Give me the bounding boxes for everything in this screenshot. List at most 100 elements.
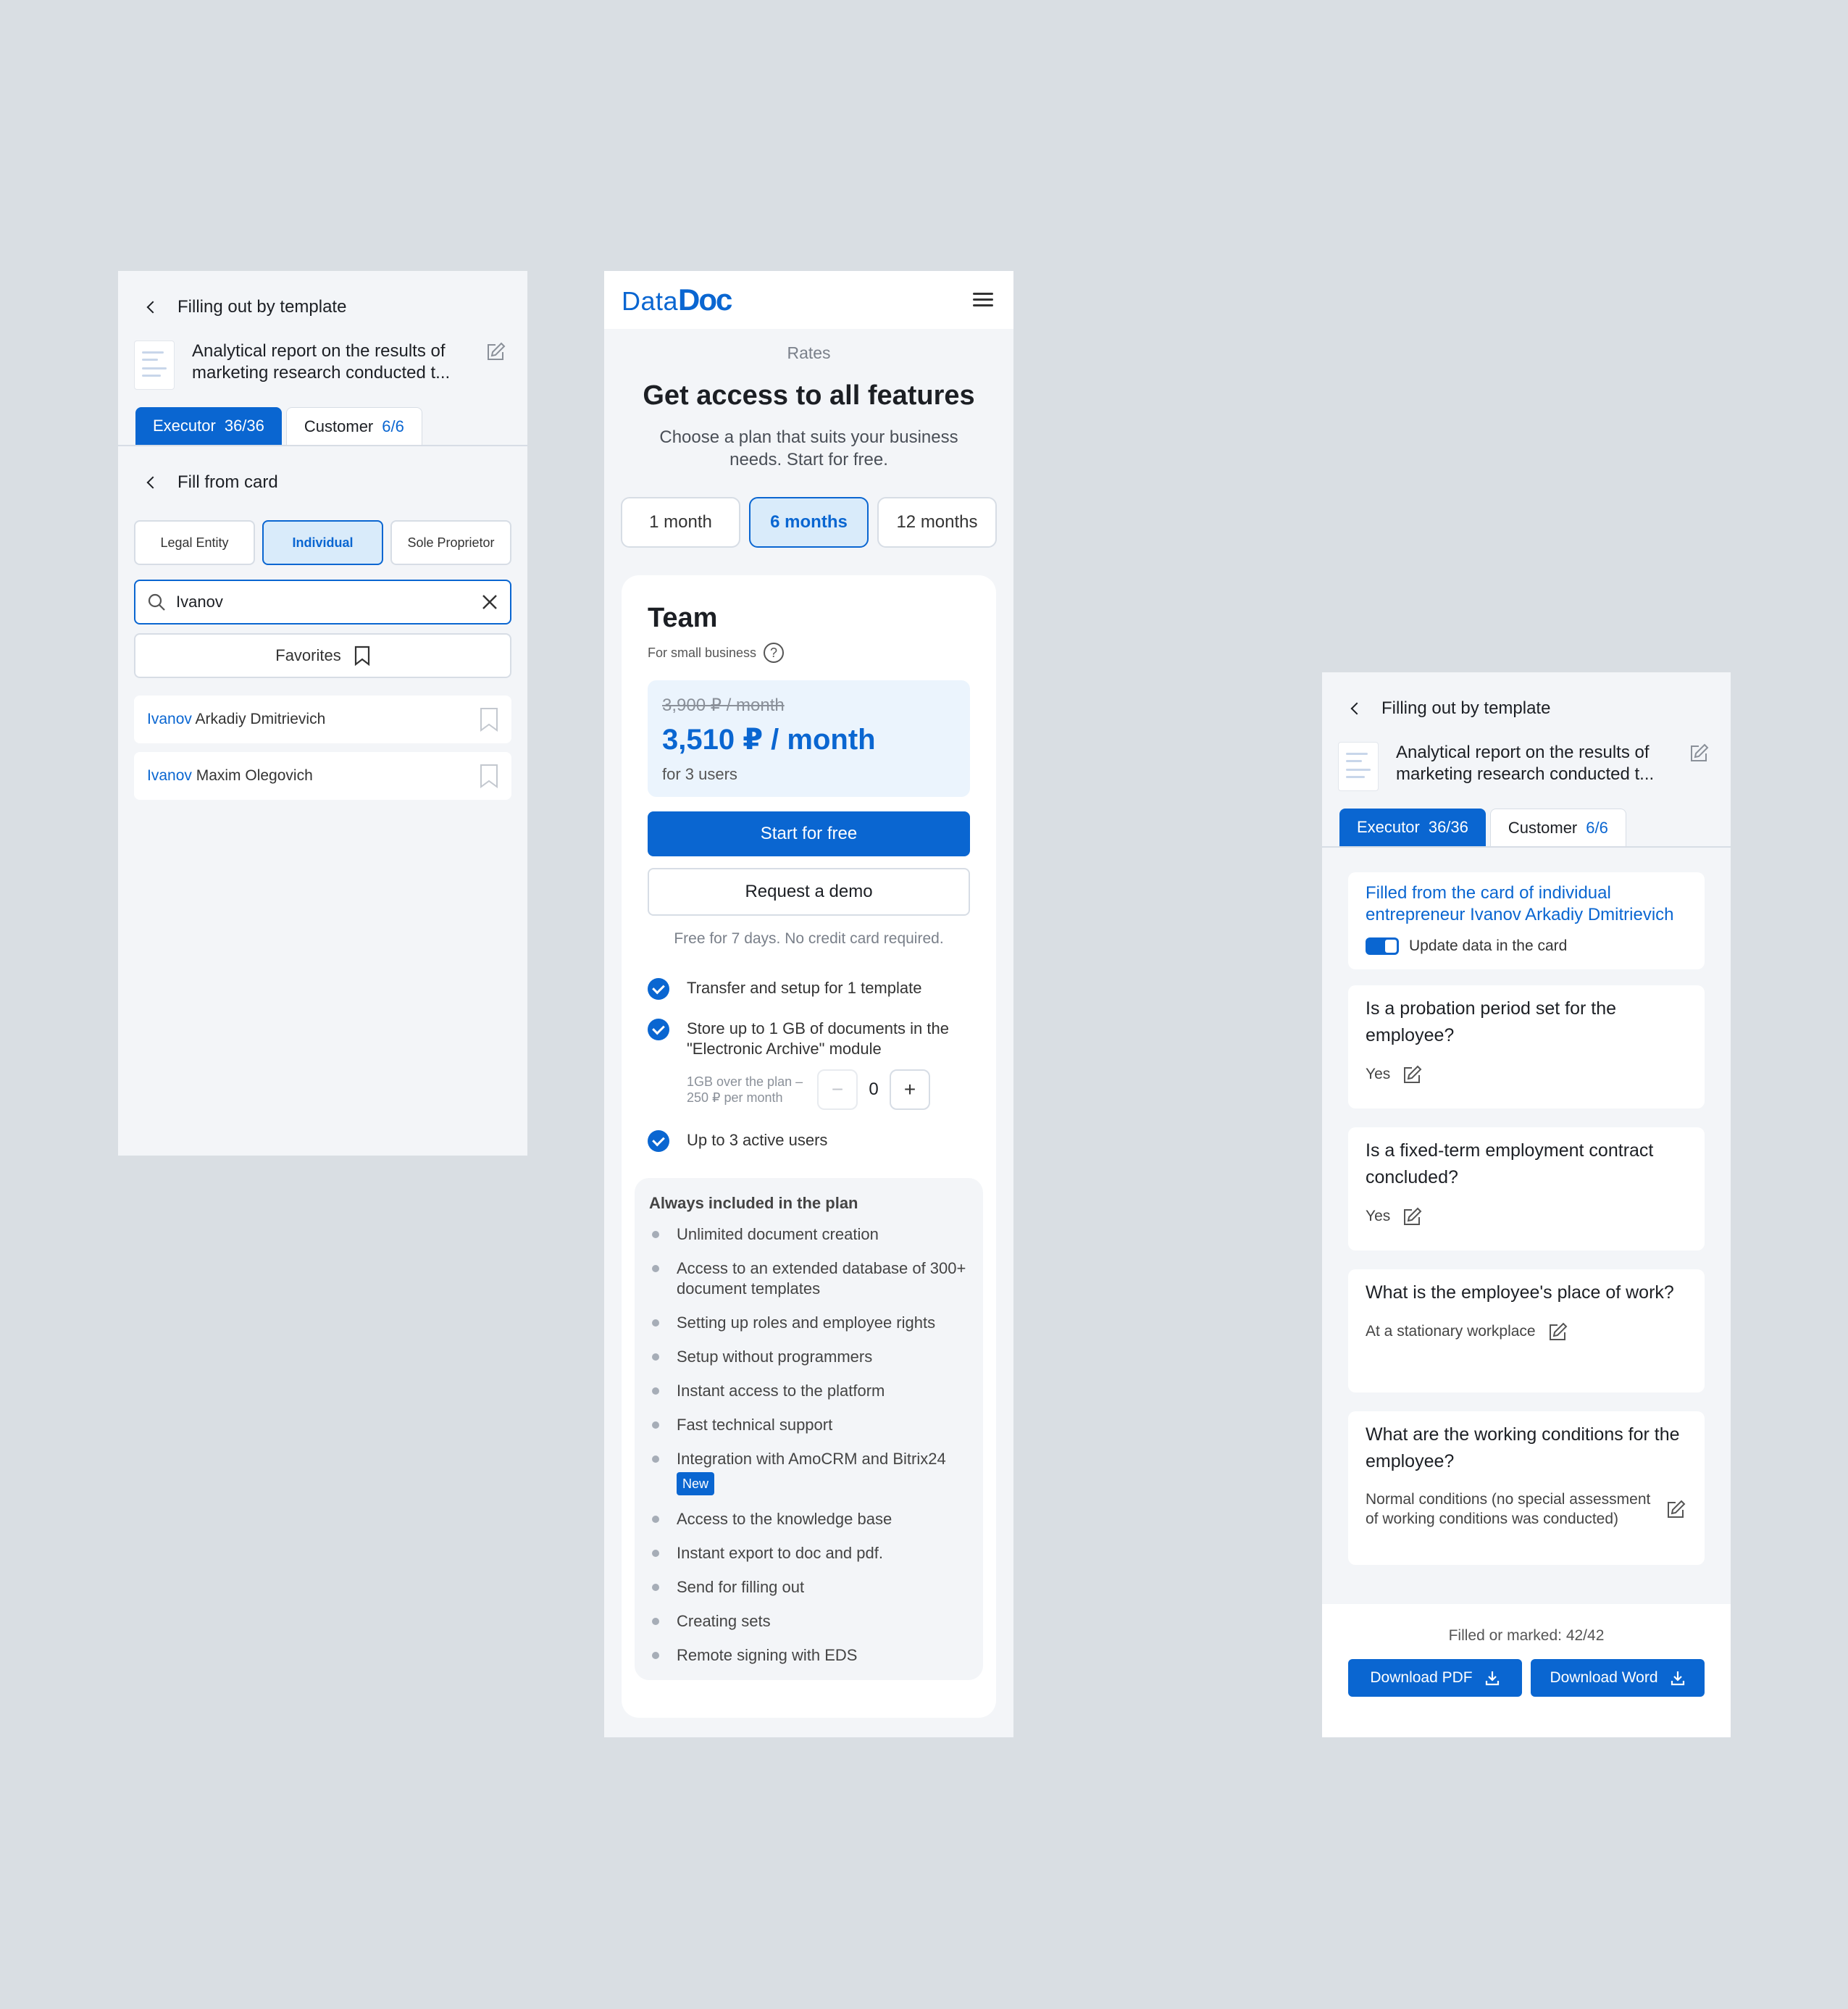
users-count: for 3 users — [662, 765, 737, 783]
segment-sole-proprietor[interactable]: Sole Proprietor — [390, 520, 511, 565]
question-card: What is the employee's place of work? At… — [1348, 1269, 1705, 1392]
download-word-button[interactable]: Download Word — [1531, 1659, 1705, 1697]
list-item-text: Instant export to doc and pdf. — [677, 1544, 883, 1562]
list-item-text: Access to the knowledge base — [677, 1510, 892, 1528]
start-for-free-button[interactable]: Start for free — [648, 811, 970, 856]
edit-icon[interactable] — [1402, 1206, 1423, 1227]
person-name: Ivanov Maxim Olegovich — [147, 767, 313, 785]
answer-row: At a stationary workplace — [1366, 1321, 1687, 1342]
document-thumbnail-icon — [1338, 742, 1379, 791]
filled-from-text: Filled from the card of individual entre… — [1366, 883, 1674, 924]
role-tabs: Executor 36/36 Customer 6/6 — [1322, 809, 1731, 848]
list-item[interactable]: Ivanov Arkadiy Dmitrievich — [134, 696, 511, 743]
bullet-icon — [652, 1516, 659, 1523]
datadoc-logo[interactable]: DataDoc — [622, 283, 732, 317]
segment-legal-entity[interactable]: Legal Entity — [134, 520, 255, 565]
feature-text: Transfer and setup for 1 template — [687, 979, 922, 997]
clear-icon[interactable] — [481, 593, 498, 611]
request-demo-button[interactable]: Request a demo — [648, 868, 970, 916]
list-item-text: Access to an extended database of 300+ d… — [677, 1259, 966, 1298]
document-thumbnail-icon — [134, 341, 175, 390]
list-item: Setting up roles and employee rights — [649, 1313, 970, 1333]
download-icon — [1671, 1671, 1684, 1686]
tab-count: 6/6 — [382, 417, 404, 435]
bookmark-icon[interactable] — [480, 764, 498, 788]
edit-icon[interactable] — [1547, 1321, 1569, 1342]
logo-text: Data — [622, 286, 679, 316]
bullet-icon — [652, 1421, 659, 1429]
bullet-icon — [652, 1550, 659, 1557]
period-selector: 1 month 6 months 12 months — [604, 497, 1013, 548]
segment-individual[interactable]: Individual — [262, 520, 383, 565]
list-item-text: Fast technical support — [677, 1416, 833, 1434]
name-rest: Arkadiy Dmitrievich — [191, 711, 326, 727]
trial-note: Free for 7 days. No credit card required… — [674, 930, 944, 947]
increment-button[interactable]: + — [890, 1069, 930, 1110]
stepper-value: 0 — [869, 1079, 879, 1099]
filled-counter: Filled or marked: 42/42 — [1448, 1627, 1605, 1644]
answer-text: Yes — [1366, 1066, 1391, 1082]
back-header[interactable]: Filling out by template — [1348, 694, 1731, 723]
bullet-icon — [652, 1319, 659, 1327]
edit-icon[interactable] — [1689, 742, 1710, 764]
tab-count: 6/6 — [1586, 818, 1608, 837]
list-item-text: Unlimited document creation — [677, 1225, 879, 1243]
role-tabs: Executor 36/36 Customer 6/6 — [118, 407, 527, 446]
menu-icon[interactable] — [973, 293, 993, 307]
list-item-text: Creating sets — [677, 1612, 771, 1630]
tab-label: Executor — [1357, 818, 1420, 836]
list-item[interactable]: Ivanov Maxim Olegovich — [134, 752, 511, 800]
entity-type-selector: Legal Entity Individual Sole Proprietor — [134, 520, 511, 565]
tab-count: 36/36 — [224, 417, 264, 435]
fill-from-card-header[interactable]: Fill from card — [134, 468, 511, 497]
button-label: Download Word — [1550, 1669, 1658, 1686]
bullet-icon — [652, 1353, 659, 1361]
answer-row: Yes — [1366, 1064, 1687, 1085]
question-card: What are the working conditions for the … — [1348, 1411, 1705, 1565]
stepper-note: 1GB over the plan – 250 ₽ per month — [687, 1074, 803, 1105]
toggle-label: Update data in the card — [1409, 937, 1568, 954]
period-12-months[interactable]: 12 months — [877, 497, 997, 548]
template-questions-panel: Filling out by template Analytical repor… — [1322, 672, 1731, 1737]
edit-icon[interactable] — [485, 341, 507, 362]
question-card: Is a probation period set for the employ… — [1348, 985, 1705, 1108]
feature-item: Transfer and setup for 1 template — [648, 978, 970, 1000]
fill-from-card-panel: Filling out by template Analytical repor… — [118, 271, 527, 1156]
tab-customer[interactable]: Customer 6/6 — [285, 407, 422, 445]
download-pdf-button[interactable]: Download PDF — [1348, 1659, 1522, 1697]
list-item: Integration with AmoCRM and Bitrix24 New — [649, 1449, 970, 1495]
tab-customer[interactable]: Customer 6/6 — [1489, 809, 1626, 846]
old-price: 3,900 ₽ / month — [662, 696, 785, 715]
question-text: What are the working conditions for the … — [1366, 1424, 1680, 1471]
list-item-text: Setup without programmers — [677, 1348, 873, 1366]
question-text: What is the employee's place of work? — [1366, 1282, 1674, 1303]
answer-row: Yes — [1366, 1206, 1687, 1227]
favorites-button[interactable]: Favorites — [134, 633, 511, 678]
page-subtitle: Choose a plan that suits your business n… — [659, 427, 958, 469]
update-toggle[interactable] — [1366, 937, 1399, 955]
help-icon[interactable]: ? — [764, 643, 785, 663]
feature-item: Store up to 1 GB of documents in the "El… — [648, 1019, 970, 1059]
period-1-month[interactable]: 1 month — [621, 497, 740, 548]
tab-label: Executor — [153, 417, 216, 435]
list-item-text: Setting up roles and employee rights — [677, 1313, 936, 1332]
list-item: Send for filling out — [649, 1577, 970, 1597]
name-match: Ivanov — [147, 767, 192, 784]
edit-icon[interactable] — [1665, 1498, 1687, 1520]
search-input[interactable] — [176, 593, 481, 611]
decrement-button[interactable]: − — [817, 1069, 858, 1110]
bullet-icon — [652, 1584, 659, 1591]
chevron-left-icon — [144, 475, 159, 490]
plan-card: Team For small business ? 3,900 ₽ / mont… — [622, 575, 996, 1718]
bookmark-icon[interactable] — [480, 707, 498, 732]
chevron-left-icon — [144, 300, 159, 314]
tab-count: 36/36 — [1428, 818, 1468, 836]
tab-executor[interactable]: Executor 36/36 — [135, 407, 282, 445]
bullet-icon — [652, 1387, 659, 1395]
edit-icon[interactable] — [1402, 1064, 1423, 1085]
list-item-text: Instant access to the platform — [677, 1382, 885, 1400]
back-header[interactable]: Filling out by template — [144, 293, 527, 322]
feature-text: Store up to 1 GB of documents in the "El… — [687, 1019, 949, 1058]
period-6-months[interactable]: 6 months — [749, 497, 869, 548]
tab-executor[interactable]: Executor 36/36 — [1339, 809, 1486, 846]
